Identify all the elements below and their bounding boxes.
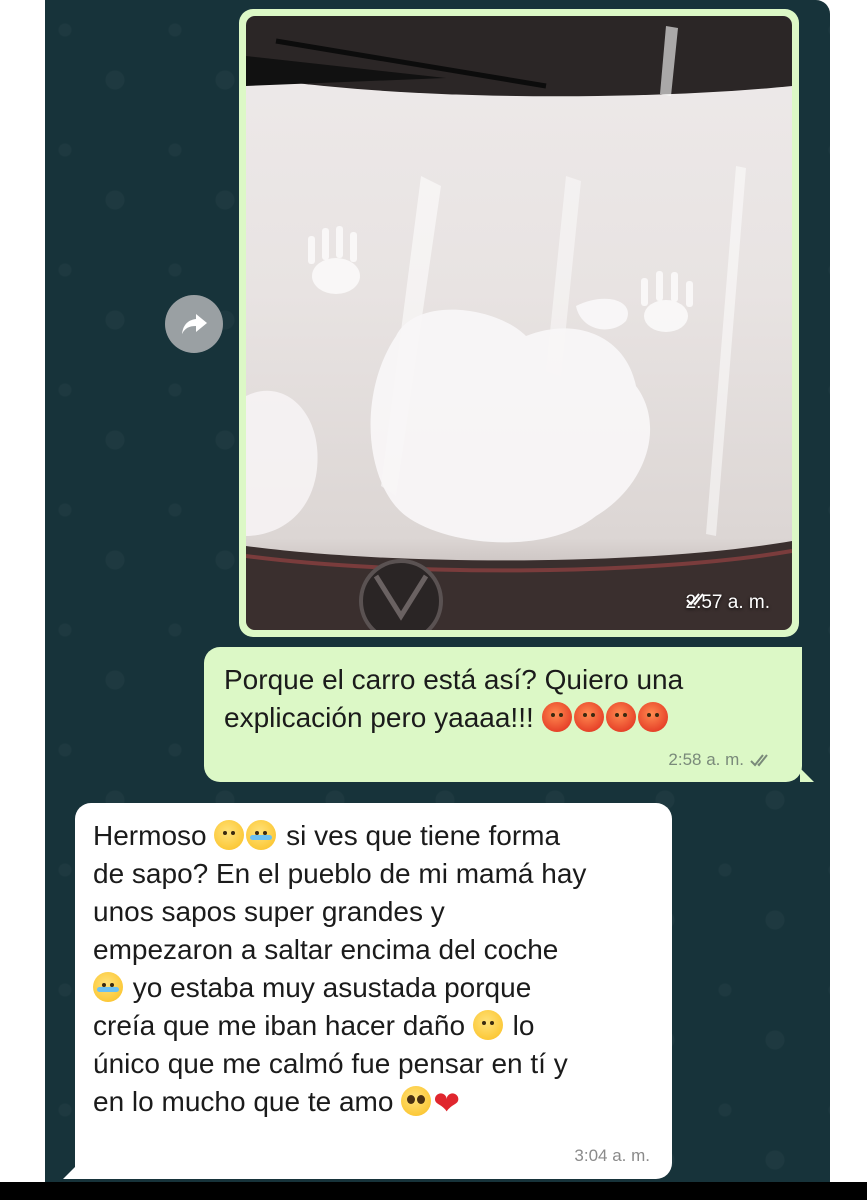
sad-face-emoji bbox=[214, 820, 245, 850]
double-check-icon bbox=[685, 593, 704, 606]
car-hood-illustration bbox=[246, 16, 792, 630]
message-line: explicación pero yaaaa!!! bbox=[224, 702, 534, 733]
angry-face-emoji bbox=[637, 702, 668, 732]
bottom-edge-bar bbox=[0, 1182, 867, 1200]
incoming-message-bubble[interactable]: Hermoso si ves que tiene forma de sapo? … bbox=[63, 803, 672, 1179]
message-time: 2:58 a. m. bbox=[668, 750, 744, 769]
message-line: único que me calmó fue pensar en tí y bbox=[93, 1048, 568, 1079]
message-segment: yo estaba muy asustada porque bbox=[132, 972, 532, 1003]
crying-face-emoji bbox=[246, 820, 277, 850]
message-line: en lo mucho que te amo ❤ bbox=[93, 1083, 652, 1122]
message-segment: Hermoso bbox=[93, 820, 207, 851]
message-segment: lo bbox=[512, 1010, 535, 1041]
outgoing-message-bubble[interactable]: Porque el carro está así? Quiero una exp… bbox=[204, 647, 814, 782]
outgoing-message-text: Porque el carro está así? Quiero una exp… bbox=[224, 661, 780, 737]
double-check-icon bbox=[750, 754, 768, 767]
message-line: empezaron a saltar encima del coche bbox=[93, 934, 559, 965]
chat-background: 2:57 a. m. Porque el carro está así? Qui… bbox=[45, 0, 830, 1182]
message-line: Porque el carro está así? Quiero una bbox=[224, 664, 684, 695]
message-time: 3:04 a. m. bbox=[574, 1146, 650, 1165]
message-line: Hermoso si ves que tiene forma bbox=[93, 817, 652, 855]
angry-face-emoji bbox=[573, 702, 604, 732]
angry-face-emoji bbox=[541, 702, 572, 732]
forward-button[interactable] bbox=[165, 295, 223, 353]
forward-arrow-icon bbox=[182, 314, 207, 334]
image-message-bubble[interactable]: 2:57 a. m. bbox=[239, 9, 799, 637]
message-line-with-emojis: explicación pero yaaaa!!! bbox=[224, 699, 780, 737]
pleading-face-emoji bbox=[401, 1086, 432, 1116]
car-hood-photo[interactable]: 2:57 a. m. bbox=[246, 16, 792, 630]
image-timestamp: 2:57 a. m. bbox=[686, 592, 771, 614]
message-line: de sapo? En el pueblo de mi mamá hay bbox=[93, 858, 587, 889]
message-line: unos sapos super grandes y bbox=[93, 896, 445, 927]
message-segment: si ves que tiene forma bbox=[286, 820, 561, 851]
message-segment: en lo mucho que te amo bbox=[93, 1086, 394, 1117]
message-segment: creía que me iban hacer daño bbox=[93, 1010, 466, 1041]
message-line: creía que me iban hacer daño lo bbox=[93, 1007, 652, 1045]
crying-face-emoji bbox=[93, 972, 123, 1002]
red-heart-emoji: ❤ bbox=[433, 1085, 461, 1121]
message-line: yo estaba muy asustada porque bbox=[93, 969, 652, 1007]
message-meta: 2:58 a. m. bbox=[668, 750, 772, 770]
sad-face-emoji bbox=[472, 1010, 503, 1040]
angry-face-emoji bbox=[605, 702, 636, 732]
incoming-message-text: Hermoso si ves que tiene forma de sapo? … bbox=[93, 817, 652, 1122]
